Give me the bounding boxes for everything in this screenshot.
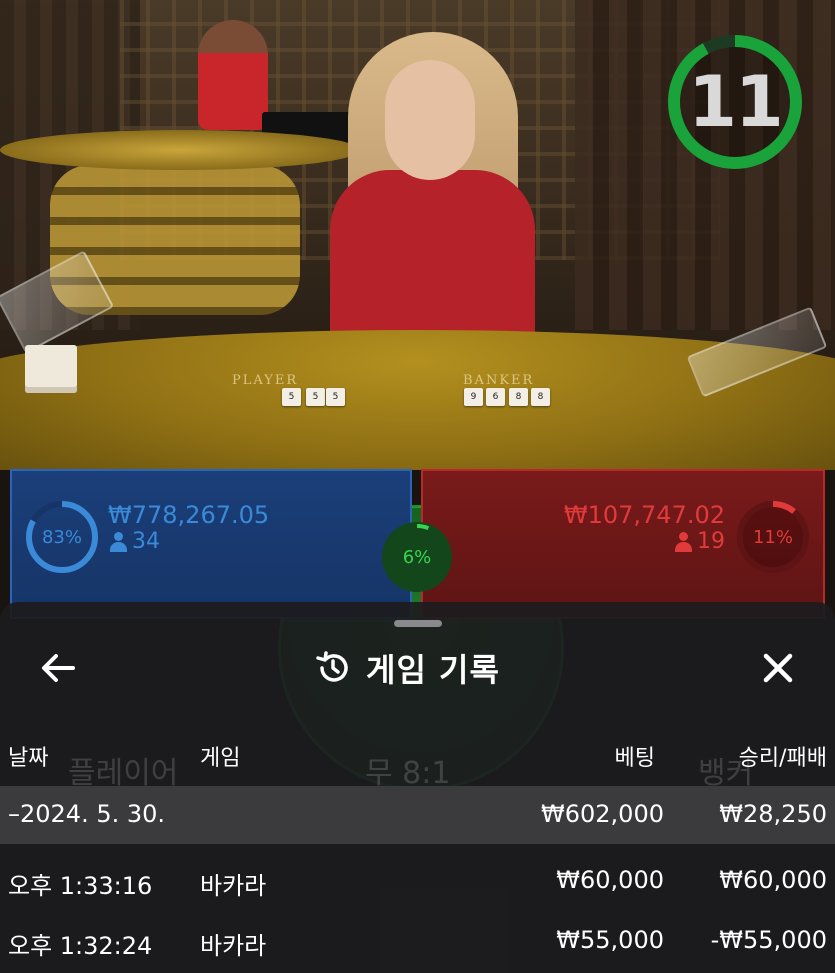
banker-card: 8 xyxy=(531,388,550,406)
banker-total-bet: ₩107,747.02 xyxy=(563,501,725,529)
banker-card: 9 xyxy=(464,388,483,406)
banker-card: 8 xyxy=(509,388,528,406)
arrow-left-icon xyxy=(42,654,75,682)
player-area-label: PLAYER xyxy=(232,373,299,388)
date-group-bet-total: ₩602,000 xyxy=(541,800,664,828)
drag-handle[interactable] xyxy=(394,620,442,627)
column-header-game: 게임 xyxy=(200,746,241,771)
tie-percent: 6% xyxy=(382,522,452,592)
table-row[interactable]: 오후 1:33:16 바카라 ₩60,000 ₩60,000 xyxy=(0,848,835,910)
back-button[interactable] xyxy=(38,648,78,688)
player-bettor-number: 34 xyxy=(132,529,160,554)
discard-cards xyxy=(25,345,77,393)
sheet-title: 게임 기록 xyxy=(314,642,500,694)
background-dealer xyxy=(198,20,268,130)
row-bet: ₩60,000 xyxy=(556,866,664,894)
player-percent: 83% xyxy=(41,526,82,548)
date-group-label: –2024. 5. 30. xyxy=(8,800,166,828)
banker-bettor-count: 19 xyxy=(675,529,725,554)
countdown-value: 11 xyxy=(688,61,783,143)
person-icon xyxy=(675,531,692,552)
banker-bettor-number: 19 xyxy=(697,529,725,554)
banker-bet-area[interactable]: 11% ₩107,747.02 19 xyxy=(421,469,825,619)
row-game: 바카라 xyxy=(200,872,267,900)
dealer-face xyxy=(385,60,475,180)
table-row[interactable]: 오후 1:32:24 바카라 ₩55,000 -₩55,000 xyxy=(0,910,835,973)
row-bet: ₩55,000 xyxy=(556,926,664,954)
banker-card: 6 xyxy=(486,388,505,406)
date-group-result-total: ₩28,250 xyxy=(719,800,827,828)
row-time: 오후 1:33:16 xyxy=(8,872,153,900)
column-header-bet: 베팅 xyxy=(614,746,655,771)
person-icon xyxy=(110,531,127,552)
player-card: 5 xyxy=(306,388,325,406)
player-bettor-count: 34 xyxy=(110,529,160,554)
sheet-title-text: 게임 기록 xyxy=(366,651,500,689)
background-table xyxy=(0,130,360,170)
player-card: 5 xyxy=(326,388,345,406)
banker-area-label: BANKER xyxy=(463,373,535,388)
live-video-stream: PLAYER BANKER 5 5 5 9 6 8 8 11 xyxy=(0,0,835,470)
row-result: -₩55,000 xyxy=(710,926,827,954)
banker-percent: 11% xyxy=(752,526,793,548)
history-icon xyxy=(316,651,348,682)
row-game: 바카라 xyxy=(200,932,267,960)
dealer-body xyxy=(330,170,535,355)
close-icon xyxy=(763,653,793,683)
column-header-date: 날짜 xyxy=(8,746,49,771)
player-card: 5 xyxy=(282,388,301,406)
player-bet-area[interactable]: 83% ₩778,267.05 34 xyxy=(10,469,412,619)
player-total-bet: ₩778,267.05 xyxy=(108,501,270,529)
countdown-timer: 11 xyxy=(666,33,804,171)
tie-percent-ring xyxy=(384,524,450,590)
column-header-result: 승리/패배 xyxy=(738,746,827,771)
close-button[interactable] xyxy=(756,646,800,690)
row-time: 오후 1:32:24 xyxy=(8,932,153,960)
row-result: ₩60,000 xyxy=(719,866,827,894)
